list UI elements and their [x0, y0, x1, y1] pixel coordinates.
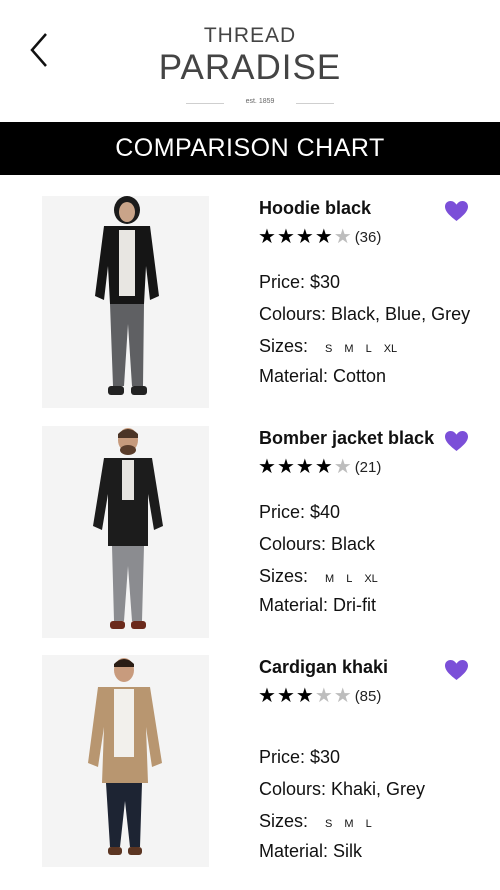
heart-icon: [445, 201, 468, 221]
product-image[interactable]: [42, 655, 209, 867]
sizes: Sizes: SM L: [259, 811, 372, 832]
product-card[interactable]: Bomber jacket black ★★★★★ (21) Price: $4…: [0, 426, 500, 646]
sizes-label: Sizes:: [259, 336, 309, 356]
star-filled-icon: ★: [258, 455, 276, 478]
price: Price: $40: [259, 502, 341, 522]
product-name[interactable]: Cardigan khaki: [259, 657, 388, 678]
price: Price: $30: [259, 272, 341, 292]
colours: Colours: Black, Blue, Grey: [259, 304, 471, 324]
star-empty-icon: ★: [314, 684, 333, 707]
material: Material: Cotton: [259, 366, 387, 386]
product-photo-bomber: [42, 426, 209, 638]
size-option[interactable]: L: [366, 818, 372, 830]
review-count: (85): [354, 687, 382, 705]
heart-icon: [445, 660, 468, 680]
star-filled-icon: ★: [276, 225, 295, 248]
star-filled-icon: ★: [295, 684, 314, 707]
brand-name-main: PARADISE: [158, 48, 342, 87]
star-filled-icon: ★: [314, 225, 333, 248]
brand-established: est. 1859: [186, 97, 334, 109]
size-option[interactable]: M: [325, 573, 334, 585]
material: Material: Silk: [259, 841, 363, 861]
product-photo-cardigan: [42, 655, 209, 867]
star-empty-icon: ★: [333, 455, 352, 478]
rating: ★★★★★ (36): [258, 226, 381, 248]
sizes-label: Sizes:: [259, 811, 309, 831]
size-option[interactable]: XL: [384, 343, 397, 355]
colours: Colours: Black: [259, 534, 376, 554]
divider-line: [296, 103, 334, 104]
product-card[interactable]: Cardigan khaki ★★★★★ (85) Price: $30 Col…: [0, 655, 500, 875]
favorite-button[interactable]: [444, 659, 469, 681]
star-filled-icon: ★: [314, 455, 333, 478]
star-filled-icon: ★: [276, 455, 295, 478]
price: Price: $30: [259, 747, 341, 767]
rating: ★★★★★ (85): [258, 685, 381, 707]
star-filled-icon: ★: [295, 225, 314, 248]
star-rating: ★★★★★: [258, 227, 353, 248]
review-count: (36): [354, 228, 382, 246]
star-empty-icon: ★: [333, 225, 352, 248]
size-option[interactable]: L: [366, 343, 372, 355]
product-image[interactable]: [42, 196, 209, 408]
product-name[interactable]: Bomber jacket black: [259, 428, 434, 449]
product-card[interactable]: Hoodie black ★★★★★ (36) Price: $30 Colou…: [0, 196, 500, 416]
heart-icon: [445, 431, 468, 451]
star-empty-icon: ★: [333, 684, 352, 707]
sizes-label: Sizes:: [259, 566, 309, 586]
product-photo-hoodie: [42, 196, 209, 408]
material: Material: Dri-fit: [259, 595, 377, 615]
star-filled-icon: ★: [258, 684, 276, 707]
app-header: THREAD PARADISE est. 1859: [0, 0, 500, 122]
sizes: Sizes: S M L XL: [259, 336, 397, 357]
star-rating: ★★★★★: [258, 457, 353, 478]
size-option[interactable]: L: [346, 573, 352, 585]
star-filled-icon: ★: [276, 684, 295, 707]
colours: Colours: Khaki, Grey: [259, 779, 426, 799]
product-name[interactable]: Hoodie black: [259, 198, 371, 219]
review-count: (21): [354, 458, 382, 476]
size-option[interactable]: S: [325, 343, 332, 355]
sizes: Sizes: M L XL: [259, 566, 378, 587]
rating: ★★★★★ (21): [258, 456, 381, 478]
size-option[interactable]: S: [325, 818, 332, 830]
favorite-button[interactable]: [444, 200, 469, 222]
star-filled-icon: ★: [258, 225, 276, 248]
page-title: COMPARISON CHART: [115, 134, 385, 162]
page-title-bar: COMPARISON CHART: [0, 122, 500, 175]
size-option[interactable]: M: [344, 818, 353, 830]
brand-name-top: THREAD: [203, 24, 297, 47]
star-filled-icon: ★: [295, 455, 314, 478]
size-option[interactable]: XL: [364, 573, 377, 585]
product-image[interactable]: [42, 426, 209, 638]
favorite-button[interactable]: [444, 430, 469, 452]
star-rating: ★★★★★: [258, 686, 353, 707]
size-option[interactable]: M: [344, 343, 353, 355]
